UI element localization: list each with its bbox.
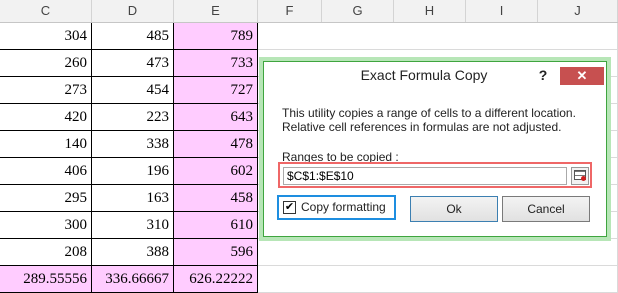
cell-e10[interactable]: 626.22222 [174, 266, 258, 293]
cell-d10[interactable]: 336.66667 [92, 266, 174, 293]
cell-d6[interactable]: 196 [92, 158, 174, 185]
cell-c10[interactable]: 289.55556 [0, 266, 92, 293]
column-header-e[interactable]: E [174, 0, 258, 22]
cell-e8[interactable]: 610 [174, 212, 258, 239]
copy-formatting-highlight: ✔ Copy formatting [277, 195, 396, 220]
cell-c5[interactable]: 140 [0, 131, 92, 158]
cell-e7[interactable]: 458 [174, 185, 258, 212]
cell-c9[interactable]: 208 [0, 239, 92, 266]
cell-c7[interactable]: 295 [0, 185, 92, 212]
cell-d7[interactable]: 163 [92, 185, 174, 212]
cell-e1[interactable]: 789 [174, 23, 258, 50]
cell-e6[interactable]: 602 [174, 158, 258, 185]
cell-e5[interactable]: 478 [174, 131, 258, 158]
description-line-2: Relative cell references in formulas are… [282, 120, 562, 134]
table-row-average: 289.55556 336.66667 626.22222 [0, 266, 618, 293]
cell-c2[interactable]: 260 [0, 50, 92, 77]
cell-d8[interactable]: 310 [92, 212, 174, 239]
dialog-titlebar[interactable]: Exact Formula Copy ? ✕ [264, 62, 606, 88]
cell-e3[interactable]: 727 [174, 77, 258, 104]
copy-formatting-checkbox[interactable]: ✔ [283, 201, 296, 214]
copy-formatting-label[interactable]: Copy formatting [301, 200, 386, 214]
column-header-f[interactable]: F [258, 0, 322, 22]
cell-d5[interactable]: 338 [92, 131, 174, 158]
cell-c4[interactable]: 420 [0, 104, 92, 131]
empty-cells[interactable] [258, 239, 618, 266]
column-header-j[interactable]: J [538, 0, 618, 22]
column-header-h[interactable]: H [394, 0, 466, 22]
cell-d9[interactable]: 388 [92, 239, 174, 266]
column-header-g[interactable]: G [322, 0, 394, 22]
empty-cells[interactable] [258, 266, 618, 293]
cell-e2[interactable]: 733 [174, 50, 258, 77]
column-header-bar: C D E F G H I J [0, 0, 618, 23]
cell-d1[interactable]: 485 [92, 23, 174, 50]
dialog-description: This utility copies a range of cells to … [282, 106, 602, 134]
range-input[interactable] [283, 167, 567, 185]
cell-c8[interactable]: 300 [0, 212, 92, 239]
cell-d2[interactable]: 473 [92, 50, 174, 77]
cancel-button[interactable]: Cancel [502, 196, 590, 222]
range-select-button[interactable] [571, 167, 589, 185]
cell-c1[interactable]: 304 [0, 23, 92, 50]
cell-e4[interactable]: 643 [174, 104, 258, 131]
help-button[interactable]: ? [536, 62, 550, 88]
exact-formula-copy-dialog: Exact Formula Copy ? ✕ This utility copi… [263, 61, 607, 237]
cell-e9[interactable]: 596 [174, 239, 258, 266]
description-line-1: This utility copies a range of cells to … [282, 106, 576, 120]
cell-d4[interactable]: 223 [92, 104, 174, 131]
column-header-i[interactable]: I [466, 0, 538, 22]
table-row: 208 388 596 [0, 239, 618, 266]
range-picker-marker-icon [581, 176, 586, 181]
column-header-c[interactable]: C [0, 0, 92, 22]
range-input-highlight [278, 162, 592, 188]
table-row: 304 485 789 [0, 23, 618, 50]
close-button[interactable]: ✕ [560, 67, 604, 85]
column-header-d[interactable]: D [92, 0, 174, 22]
empty-cells[interactable] [258, 23, 618, 50]
cell-d3[interactable]: 454 [92, 77, 174, 104]
ok-button[interactable]: Ok [410, 196, 498, 222]
cell-c6[interactable]: 406 [0, 158, 92, 185]
cell-c3[interactable]: 273 [0, 77, 92, 104]
